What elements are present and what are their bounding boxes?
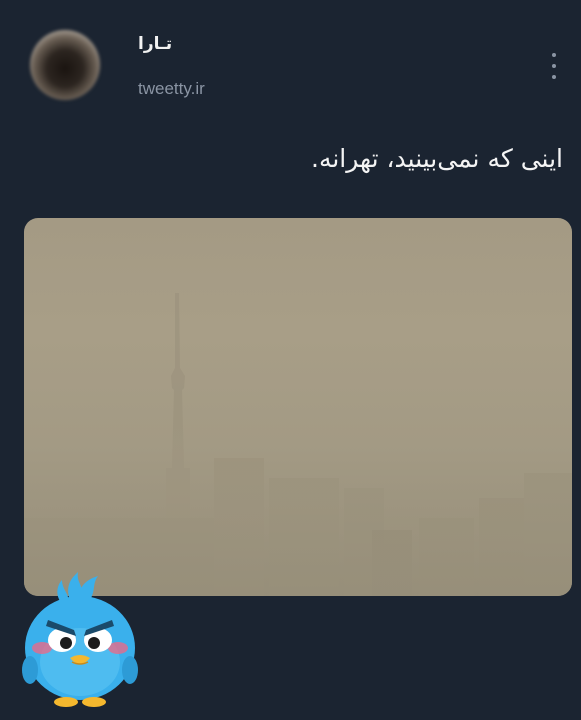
more-options-icon[interactable] xyxy=(546,53,562,79)
author-avatar[interactable] xyxy=(30,30,100,100)
menu-dot xyxy=(552,64,556,68)
author-handle[interactable]: tweetty.ir xyxy=(138,79,205,99)
hazy-skyline-photo xyxy=(24,293,572,596)
tweet-card: تـارا tweetty.ir اینی که نمی‌بینید، تهرا… xyxy=(0,0,581,720)
menu-dot xyxy=(552,53,556,57)
tweet-photo[interactable] xyxy=(24,218,572,596)
menu-dot xyxy=(552,75,556,79)
author-name[interactable]: تـارا xyxy=(138,34,172,54)
tweet-text: اینی که نمی‌بینید، تهرانه. xyxy=(311,144,563,173)
angry-bird-mascot-icon xyxy=(22,572,138,707)
